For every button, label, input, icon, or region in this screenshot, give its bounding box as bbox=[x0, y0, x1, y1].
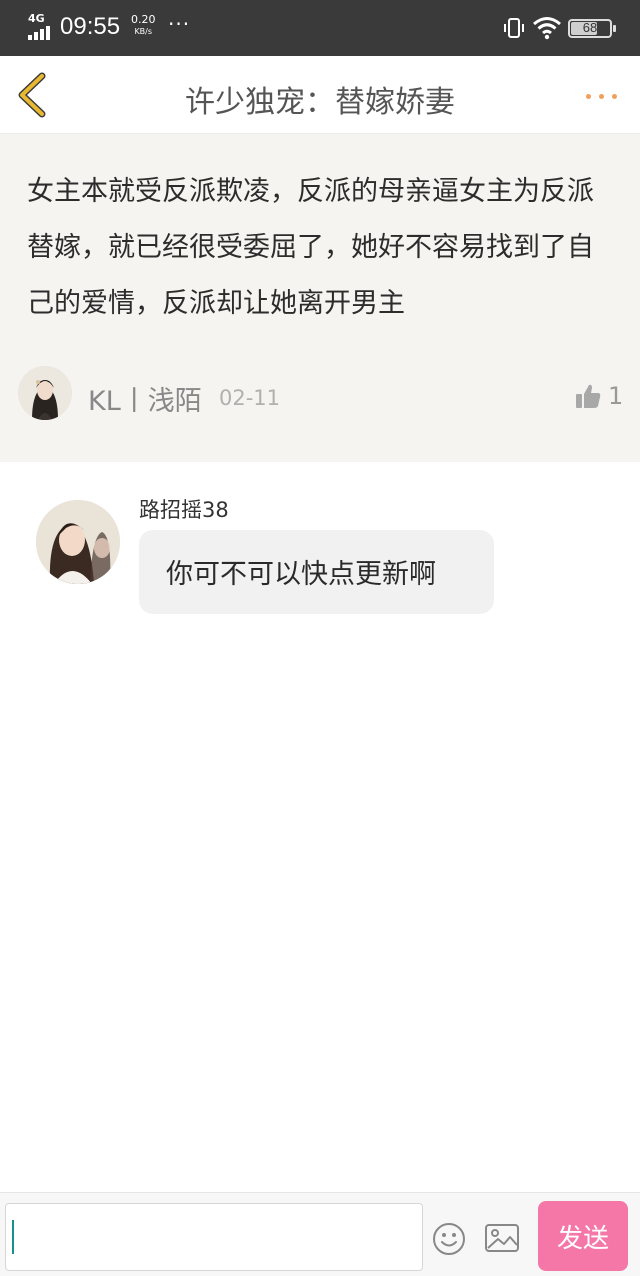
more-options-button[interactable] bbox=[582, 74, 622, 114]
comment-date: 02-11 bbox=[219, 386, 281, 410]
avatar[interactable] bbox=[18, 366, 72, 420]
speed-unit: KB/s bbox=[134, 27, 153, 36]
like-count: 1 bbox=[608, 382, 624, 410]
battery-level: 68 bbox=[582, 20, 598, 35]
comment-text: 女主本就受反派欺凌，反派的母亲逼女主为反派替嫁，就已经很受委屈了，她好不容易找到… bbox=[27, 176, 594, 319]
image-icon[interactable] bbox=[484, 1222, 520, 1254]
header: 许少独宠：替嫁娇妻 bbox=[0, 56, 640, 134]
original-comment: 女主本就受反派欺凌，反派的母亲逼女主为反派替嫁，就已经很受委屈了，她好不容易找到… bbox=[0, 134, 640, 462]
emoji-icon[interactable] bbox=[432, 1222, 466, 1256]
reply-avatar-image bbox=[36, 500, 120, 584]
input-bar: 发送 bbox=[0, 1192, 640, 1276]
comment-author[interactable]: KL丨浅陌 bbox=[88, 379, 202, 418]
speed-value: 0.20 bbox=[131, 13, 156, 26]
notification-overflow-icon: ··· bbox=[168, 12, 191, 36]
battery-icon: 68 bbox=[568, 19, 616, 38]
wifi-icon bbox=[532, 16, 562, 40]
network-type: 4G bbox=[28, 12, 45, 25]
status-bar: 4G 09:55 0.20 KB/s ··· 68 bbox=[0, 0, 640, 56]
send-button[interactable]: 发送 bbox=[538, 1201, 628, 1271]
signal-icon: 4G bbox=[28, 12, 56, 40]
page-title: 许少独宠：替嫁娇妻 bbox=[185, 85, 455, 120]
reply-message-text: 你可不可以快点更新啊 bbox=[166, 559, 436, 590]
network-speed: 0.20 KB/s bbox=[131, 14, 156, 38]
author-avatar-image bbox=[18, 366, 72, 420]
vibrate-icon bbox=[502, 16, 526, 40]
reply-message-bubble: 你可不可以快点更新啊 bbox=[139, 530, 494, 614]
thumbs-up-icon[interactable] bbox=[574, 382, 602, 410]
status-time: 09:55 bbox=[60, 13, 121, 40]
message-input[interactable] bbox=[5, 1203, 423, 1271]
avatar[interactable] bbox=[36, 500, 120, 584]
reply-username[interactable]: 路招摇38 bbox=[139, 494, 229, 524]
